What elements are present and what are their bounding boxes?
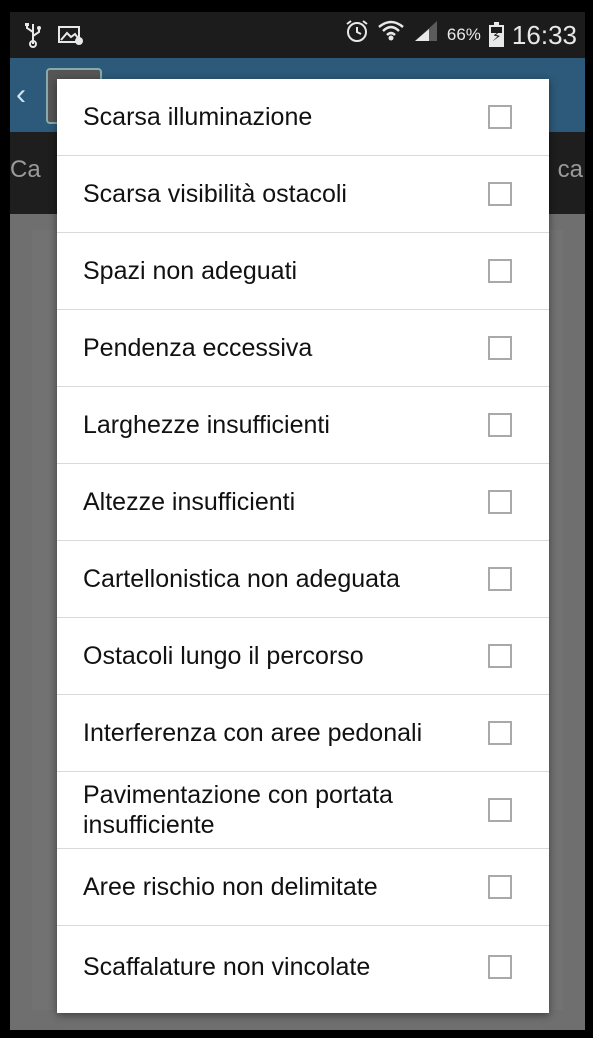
option-row[interactable]: Scarsa illuminazione	[57, 79, 549, 156]
option-checkbox[interactable]	[488, 182, 512, 206]
option-row[interactable]: Scarsa visibilità ostacoli	[57, 156, 549, 233]
back-icon[interactable]: ‹	[16, 78, 26, 112]
option-row[interactable]: Altezze insufficienti	[57, 464, 549, 541]
usb-icon	[24, 22, 42, 56]
option-row[interactable]: Scaffalature non vincolate	[57, 926, 549, 1007]
option-label: Scarsa illuminazione	[83, 103, 313, 131]
option-checkbox[interactable]	[488, 413, 512, 437]
option-checkbox[interactable]	[488, 875, 512, 899]
option-row[interactable]: Interferenza con aree pedonali	[57, 695, 549, 772]
option-checkbox[interactable]	[488, 954, 512, 979]
option-checkbox[interactable]	[488, 567, 512, 591]
option-checkbox[interactable]	[488, 105, 512, 129]
option-label: Cartellonistica non adeguata	[83, 565, 400, 593]
option-label: Spazi non adeguati	[83, 257, 298, 285]
option-label: Altezze insufficienti	[83, 488, 296, 516]
option-row[interactable]: Pendenza eccessiva	[57, 310, 549, 387]
signal-icon	[413, 19, 439, 51]
option-label: Larghezze insufficienti	[83, 411, 330, 439]
option-row[interactable]: Spazi non adeguati	[57, 233, 549, 310]
option-row[interactable]: Larghezze insufficienti	[57, 387, 549, 464]
option-row[interactable]: Pavimentazione con portata insufficiente	[57, 772, 549, 849]
option-label: Pendenza eccessiva	[83, 334, 313, 362]
option-checkbox[interactable]	[488, 798, 512, 822]
screen: 66% ⚡ 16:33 ‹ Ca ca Scarsa illuminazione	[10, 12, 585, 1030]
multi-choice-dialog: Scarsa illuminazione Scarsa visibilità o…	[57, 79, 549, 1013]
image-notification-icon	[58, 24, 84, 54]
device-frame: 66% ⚡ 16:33 ‹ Ca ca Scarsa illuminazione	[0, 0, 593, 1038]
option-row[interactable]: Aree rischio non delimitate	[57, 849, 549, 926]
option-label: Interferenza con aree pedonali	[83, 719, 423, 747]
option-checkbox[interactable]	[488, 721, 512, 745]
alarm-icon	[345, 19, 369, 51]
tab-left-fragment: Ca	[10, 156, 41, 183]
clock: 16:33	[511, 19, 577, 50]
option-checkbox[interactable]	[488, 644, 512, 668]
status-bar: 66% ⚡ 16:33	[10, 12, 585, 58]
charging-icon: ⚡	[491, 28, 502, 44]
option-label: Pavimentazione con portata insufficiente	[83, 781, 393, 839]
wifi-icon	[377, 18, 405, 52]
option-row[interactable]: Cartellonistica non adeguata	[57, 541, 549, 618]
option-label: Scarsa visibilità ostacoli	[83, 180, 347, 208]
option-row[interactable]: Ostacoli lungo il percorso	[57, 618, 549, 695]
option-checkbox[interactable]	[488, 336, 512, 360]
option-label: Ostacoli lungo il percorso	[83, 642, 364, 670]
tab-right-fragment: ca	[557, 156, 583, 183]
option-checkbox[interactable]	[488, 490, 512, 514]
battery-percent: 66%	[446, 25, 481, 44]
battery-icon: ⚡	[488, 22, 504, 47]
option-label: Scaffalature non vincolate	[83, 952, 371, 981]
option-label: Aree rischio non delimitate	[83, 873, 378, 901]
option-checkbox[interactable]	[488, 259, 512, 283]
